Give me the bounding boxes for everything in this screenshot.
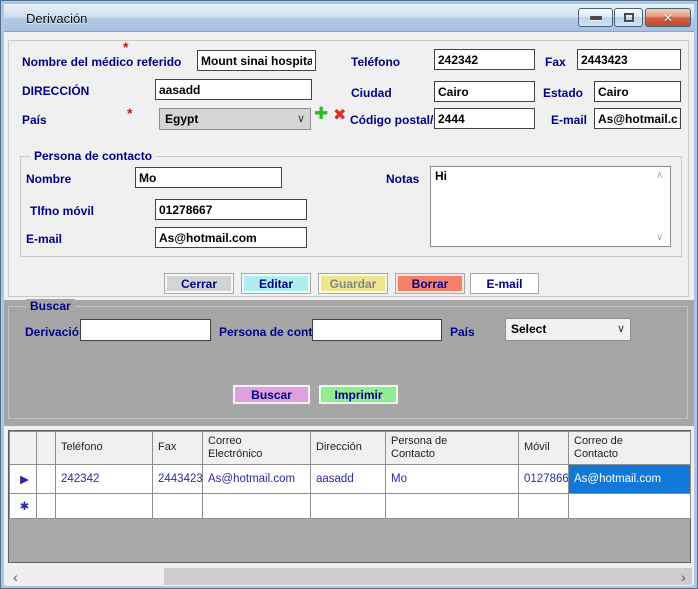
postal-code-input[interactable]	[434, 108, 535, 129]
minimize-button[interactable]	[578, 8, 613, 27]
contact-email-input[interactable]	[155, 227, 307, 248]
edit-button[interactable]: Editar	[241, 273, 311, 294]
grid-cell[interactable]	[519, 494, 569, 519]
search-referral-input[interactable]	[80, 319, 211, 341]
minimize-icon	[590, 16, 602, 20]
contact-group-title: Persona de contacto	[30, 149, 156, 163]
scroll-up-icon[interactable]: ∧	[656, 170, 663, 181]
grid-cell[interactable]	[56, 494, 153, 519]
close-button[interactable]: ✕	[645, 8, 691, 27]
search-country-select[interactable]: Select ∨	[505, 318, 631, 341]
grid-header-rowmarker	[10, 432, 37, 465]
grid-header-correo-de-contacto[interactable]: Correo de Contacto	[569, 432, 691, 465]
grid-cell-telefono[interactable]: 242342	[56, 465, 153, 494]
fax-input[interactable]	[577, 49, 681, 70]
current-row-marker-icon[interactable]: ▶	[10, 465, 37, 494]
grid-cell[interactable]	[386, 494, 519, 519]
grid-cell[interactable]	[203, 494, 311, 519]
phone-input[interactable]	[434, 49, 535, 70]
grid-cell[interactable]	[37, 465, 56, 494]
country-select[interactable]: Egypt ∨	[159, 108, 311, 130]
results-grid: Teléfono Fax Correo Electrónico Direcció…	[8, 430, 691, 563]
grid-cell[interactable]	[153, 494, 203, 519]
grid-cell-persona[interactable]: Mo	[386, 465, 519, 494]
grid-cell-movil[interactable]: 01278667	[519, 465, 569, 494]
grid-cell-correo-contacto-selected[interactable]: As@hotmail.com	[569, 465, 691, 494]
email-input[interactable]	[594, 108, 681, 129]
scroll-left-icon[interactable]: ‹	[7, 567, 24, 586]
grid-cell-direccion[interactable]: aasadd	[311, 465, 386, 494]
window-title: Derivación	[26, 11, 87, 26]
grid-header-fax[interactable]: Fax	[153, 432, 203, 465]
scroll-right-icon[interactable]: ›	[675, 567, 692, 586]
notes-label: Notas	[386, 172, 419, 186]
close-form-button[interactable]: Cerrar	[164, 273, 234, 294]
horizontal-scrollbar[interactable]: ‹ ›	[6, 567, 692, 586]
print-button[interactable]: Imprimir	[318, 384, 399, 405]
contact-mobile-label: Tlfno móvil	[30, 204, 94, 218]
maximize-button[interactable]	[614, 8, 643, 27]
state-input[interactable]	[594, 81, 681, 102]
grid-cell-fax[interactable]: 2443423	[153, 465, 203, 494]
email-label: E-mail	[551, 113, 587, 127]
contact-mobile-input[interactable]	[155, 199, 307, 220]
contact-name-input[interactable]	[135, 167, 282, 188]
remove-country-icon[interactable]: ✖	[333, 108, 346, 124]
fax-label: Fax	[545, 55, 566, 69]
referred-doctor-input[interactable]	[197, 50, 316, 71]
grid-cell-correo[interactable]: As@hotmail.com	[203, 465, 311, 494]
delete-button[interactable]: Borrar	[395, 273, 465, 294]
grid-header-persona-de-contacto[interactable]: Persona de Contacto	[386, 432, 519, 465]
contact-email-label: E-mail	[26, 232, 62, 246]
maximize-icon	[624, 13, 634, 22]
required-icon: *	[127, 108, 132, 118]
notes-textarea[interactable]: Hi ∧ ∨	[430, 166, 671, 247]
search-button[interactable]: Buscar	[232, 384, 311, 405]
referred-doctor-label: Nombre del médico referido	[22, 55, 181, 69]
grid-header-blank	[37, 432, 56, 465]
search-group-title: Buscar	[26, 299, 75, 313]
notes-value: Hi	[435, 169, 447, 183]
title-bar: Derivación ✕	[4, 4, 694, 32]
address-label: DIRECCIÓN	[22, 84, 89, 98]
country-select-value: Egypt	[165, 112, 198, 126]
city-input[interactable]	[434, 81, 535, 102]
save-button[interactable]: Guardar	[318, 273, 388, 294]
derivacion-window: Derivación ✕ * Nombre del médico referid…	[0, 0, 698, 589]
grid-header-correo-electronico[interactable]: Correo Electrónico	[203, 432, 311, 465]
phone-label: Teléfono	[351, 55, 400, 69]
chevron-down-icon: ∨	[617, 322, 625, 335]
scroll-down-icon[interactable]: ∨	[656, 232, 663, 243]
grid-header-direccion[interactable]: Dirección	[311, 432, 386, 465]
search-country-value: Select	[511, 322, 546, 336]
search-referral-label: Derivació	[25, 325, 79, 339]
search-contact-label: Persona de conta	[219, 325, 319, 339]
grid-header-row: Teléfono Fax Correo Electrónico Direcció…	[10, 432, 691, 465]
required-icon: *	[123, 42, 128, 52]
postal-code-label: Código postal/C	[350, 113, 442, 127]
add-country-icon[interactable]: ✚	[314, 106, 328, 122]
search-country-label: País	[450, 325, 475, 339]
table-row-new: ✱	[10, 494, 691, 519]
country-label: País	[22, 113, 47, 127]
grid-cell[interactable]	[569, 494, 691, 519]
state-label: Estado	[543, 86, 583, 100]
grid-header-telefono[interactable]: Teléfono	[56, 432, 153, 465]
contact-name-label: Nombre	[26, 172, 71, 186]
city-label: Ciudad	[351, 86, 392, 100]
table-row: ▶ 242342 2443423 As@hotmail.com aasadd M…	[10, 465, 691, 494]
close-icon: ✕	[663, 11, 673, 25]
grid-cell[interactable]	[37, 494, 56, 519]
new-row-marker-icon[interactable]: ✱	[10, 494, 37, 519]
email-button[interactable]: E-mail	[470, 273, 539, 294]
grid-cell[interactable]	[311, 494, 386, 519]
notes-scrollbar[interactable]: ∧ ∨	[653, 167, 670, 246]
chevron-down-icon: ∨	[297, 112, 305, 125]
address-input[interactable]	[155, 79, 312, 100]
grid-header-movil[interactable]: Móvil	[519, 432, 569, 465]
search-contact-input[interactable]	[312, 319, 442, 341]
scrollbar-thumb[interactable]	[164, 568, 692, 585]
